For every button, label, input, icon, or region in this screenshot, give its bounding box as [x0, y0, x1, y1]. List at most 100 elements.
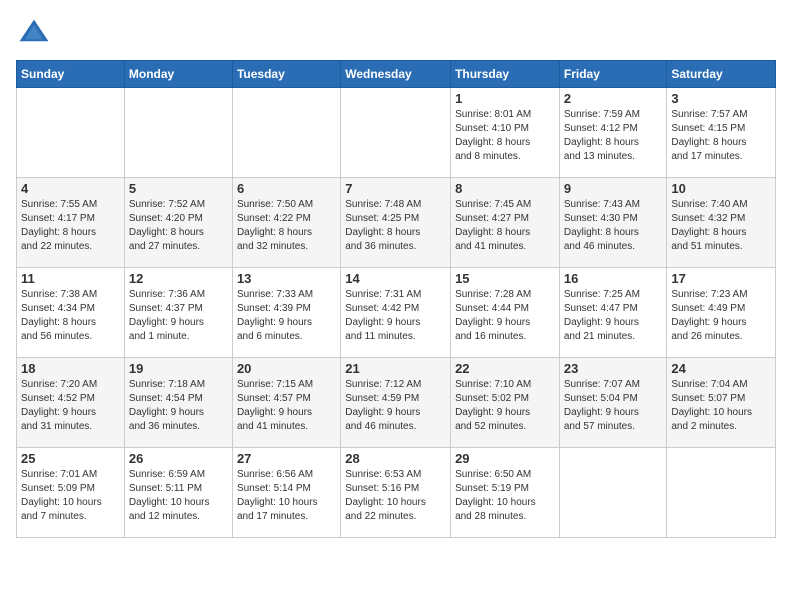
day-number: 8: [455, 181, 555, 196]
calendar-cell: 23Sunrise: 7:07 AM Sunset: 5:04 PM Dayli…: [559, 358, 667, 448]
day-info: Sunrise: 7:18 AM Sunset: 4:54 PM Dayligh…: [129, 378, 228, 434]
day-number: 22: [455, 361, 555, 376]
calendar-body: 1 Sunrise: 8:01 AM Sunset: 4:10 PM Daylig…: [17, 88, 776, 538]
weekday-row: SundayMondayTuesdayWednesdayThursdayFrid…: [17, 61, 776, 88]
day-info: Sunrise: 8:01 AM Sunset: 4:10 PM Dayligh…: [455, 108, 555, 164]
day-info: Sunrise: 7:01 AM Sunset: 5:09 PM Dayligh…: [21, 468, 120, 524]
day-info: Sunrise: 7:10 AM Sunset: 5:02 PM Dayligh…: [455, 378, 555, 434]
day-number: 20: [237, 361, 336, 376]
calendar-cell: 7 Sunrise: 7:48 AM Sunset: 4:25 PM Daylig…: [341, 178, 451, 268]
weekday-header-friday: Friday: [559, 61, 667, 88]
calendar-cell: [341, 88, 451, 178]
day-number: 16: [564, 271, 663, 286]
day-info: Sunrise: 7:50 AM Sunset: 4:22 PM Dayligh…: [237, 198, 336, 254]
calendar-cell: 9 Sunrise: 7:43 AM Sunset: 4:30 PM Daylig…: [559, 178, 667, 268]
day-info: Sunrise: 7:15 AM Sunset: 4:57 PM Dayligh…: [237, 378, 336, 434]
day-info: Sunrise: 7:31 AM Sunset: 4:42 PM Dayligh…: [345, 288, 446, 344]
day-number: 2: [564, 91, 663, 106]
calendar-cell: 4 Sunrise: 7:55 AM Sunset: 4:17 PM Daylig…: [17, 178, 125, 268]
day-info: Sunrise: 7:48 AM Sunset: 4:25 PM Dayligh…: [345, 198, 446, 254]
calendar-cell: 16 Sunrise: 7:25 AM Sunset: 4:47 PM Dayli…: [559, 268, 667, 358]
calendar-cell: [124, 88, 232, 178]
day-number: 7: [345, 181, 446, 196]
day-info: Sunrise: 6:59 AM Sunset: 5:11 PM Dayligh…: [129, 468, 228, 524]
calendar-cell: [232, 88, 340, 178]
calendar-cell: 13 Sunrise: 7:33 AM Sunset: 4:39 PM Dayli…: [232, 268, 340, 358]
weekday-header-wednesday: Wednesday: [341, 61, 451, 88]
weekday-header-tuesday: Tuesday: [232, 61, 340, 88]
calendar-week-5: 25 Sunrise: 7:01 AM Sunset: 5:09 PM Dayli…: [17, 448, 776, 538]
weekday-header-saturday: Saturday: [667, 61, 776, 88]
day-info: Sunrise: 7:36 AM Sunset: 4:37 PM Dayligh…: [129, 288, 228, 344]
day-number: 11: [21, 271, 120, 286]
day-info: Sunrise: 7:33 AM Sunset: 4:39 PM Dayligh…: [237, 288, 336, 344]
calendar-cell: 18Sunrise: 7:20 AM Sunset: 4:52 PM Dayli…: [17, 358, 125, 448]
calendar-header: SundayMondayTuesdayWednesdayThursdayFrid…: [17, 61, 776, 88]
calendar-cell: 1 Sunrise: 8:01 AM Sunset: 4:10 PM Daylig…: [451, 88, 560, 178]
logo-icon: [16, 16, 52, 52]
day-info: Sunrise: 6:53 AM Sunset: 5:16 PM Dayligh…: [345, 468, 446, 524]
calendar-cell: 8 Sunrise: 7:45 AM Sunset: 4:27 PM Daylig…: [451, 178, 560, 268]
day-number: 3: [671, 91, 771, 106]
day-info: Sunrise: 7:07 AM Sunset: 5:04 PM Dayligh…: [564, 378, 663, 434]
day-info: Sunrise: 6:56 AM Sunset: 5:14 PM Dayligh…: [237, 468, 336, 524]
calendar-cell: 3 Sunrise: 7:57 AM Sunset: 4:15 PM Daylig…: [667, 88, 776, 178]
day-number: 29: [455, 451, 555, 466]
weekday-header-thursday: Thursday: [451, 61, 560, 88]
day-number: 21: [345, 361, 446, 376]
day-number: 25: [21, 451, 120, 466]
calendar-cell: 26 Sunrise: 6:59 AM Sunset: 5:11 PM Dayli…: [124, 448, 232, 538]
day-number: 14: [345, 271, 446, 286]
day-number: 5: [129, 181, 228, 196]
day-number: 10: [671, 181, 771, 196]
calendar-cell: [17, 88, 125, 178]
day-info: Sunrise: 7:59 AM Sunset: 4:12 PM Dayligh…: [564, 108, 663, 164]
day-number: 18: [21, 361, 120, 376]
logo: [16, 16, 56, 52]
calendar-cell: [667, 448, 776, 538]
day-number: 9: [564, 181, 663, 196]
calendar-cell: [559, 448, 667, 538]
calendar-cell: 11 Sunrise: 7:38 AM Sunset: 4:34 PM Dayli…: [17, 268, 125, 358]
day-info: Sunrise: 7:55 AM Sunset: 4:17 PM Dayligh…: [21, 198, 120, 254]
day-number: 6: [237, 181, 336, 196]
calendar-cell: 29 Sunrise: 6:50 AM Sunset: 5:19 PM Dayli…: [451, 448, 560, 538]
day-info: Sunrise: 7:45 AM Sunset: 4:27 PM Dayligh…: [455, 198, 555, 254]
day-info: Sunrise: 7:40 AM Sunset: 4:32 PM Dayligh…: [671, 198, 771, 254]
calendar-cell: 24 Sunrise: 7:04 AM Sunset: 5:07 PM Dayli…: [667, 358, 776, 448]
day-number: 13: [237, 271, 336, 286]
calendar-cell: 12 Sunrise: 7:36 AM Sunset: 4:37 PM Dayli…: [124, 268, 232, 358]
calendar-cell: 6 Sunrise: 7:50 AM Sunset: 4:22 PM Daylig…: [232, 178, 340, 268]
day-info: Sunrise: 7:23 AM Sunset: 4:49 PM Dayligh…: [671, 288, 771, 344]
day-number: 1: [455, 91, 555, 106]
calendar-cell: 10 Sunrise: 7:40 AM Sunset: 4:32 PM Dayli…: [667, 178, 776, 268]
day-number: 28: [345, 451, 446, 466]
weekday-header-sunday: Sunday: [17, 61, 125, 88]
calendar-cell: 28 Sunrise: 6:53 AM Sunset: 5:16 PM Dayli…: [341, 448, 451, 538]
day-number: 19: [129, 361, 228, 376]
day-info: Sunrise: 7:04 AM Sunset: 5:07 PM Dayligh…: [671, 378, 771, 434]
day-info: Sunrise: 7:43 AM Sunset: 4:30 PM Dayligh…: [564, 198, 663, 254]
day-info: Sunrise: 7:57 AM Sunset: 4:15 PM Dayligh…: [671, 108, 771, 164]
day-info: Sunrise: 7:52 AM Sunset: 4:20 PM Dayligh…: [129, 198, 228, 254]
day-number: 26: [129, 451, 228, 466]
day-number: 4: [21, 181, 120, 196]
weekday-header-monday: Monday: [124, 61, 232, 88]
day-info: Sunrise: 7:28 AM Sunset: 4:44 PM Dayligh…: [455, 288, 555, 344]
day-info: Sunrise: 7:12 AM Sunset: 4:59 PM Dayligh…: [345, 378, 446, 434]
day-number: 17: [671, 271, 771, 286]
calendar-week-2: 4 Sunrise: 7:55 AM Sunset: 4:17 PM Daylig…: [17, 178, 776, 268]
calendar-cell: 20 Sunrise: 7:15 AM Sunset: 4:57 PM Dayli…: [232, 358, 340, 448]
calendar-cell: 5 Sunrise: 7:52 AM Sunset: 4:20 PM Daylig…: [124, 178, 232, 268]
day-number: 24: [671, 361, 771, 376]
day-info: Sunrise: 6:50 AM Sunset: 5:19 PM Dayligh…: [455, 468, 555, 524]
calendar-cell: 19 Sunrise: 7:18 AM Sunset: 4:54 PM Dayli…: [124, 358, 232, 448]
day-number: 27: [237, 451, 336, 466]
calendar-cell: 25 Sunrise: 7:01 AM Sunset: 5:09 PM Dayli…: [17, 448, 125, 538]
calendar-cell: 21 Sunrise: 7:12 AM Sunset: 4:59 PM Dayli…: [341, 358, 451, 448]
day-number: 12: [129, 271, 228, 286]
day-info: Sunrise: 7:38 AM Sunset: 4:34 PM Dayligh…: [21, 288, 120, 344]
day-info: Sunrise: 7:25 AM Sunset: 4:47 PM Dayligh…: [564, 288, 663, 344]
calendar-cell: 2 Sunrise: 7:59 AM Sunset: 4:12 PM Daylig…: [559, 88, 667, 178]
calendar-cell: 22 Sunrise: 7:10 AM Sunset: 5:02 PM Dayli…: [451, 358, 560, 448]
